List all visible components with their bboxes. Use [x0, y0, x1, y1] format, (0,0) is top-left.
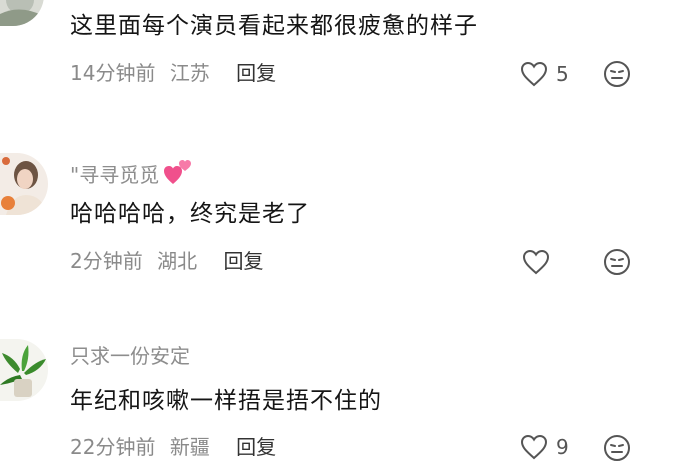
comment-meta: 14分钟前 江苏 回复	[70, 60, 276, 86]
username[interactable]: 只求一份安定	[70, 344, 190, 368]
two-hearts-emoji-icon	[163, 158, 193, 191]
like-button[interactable]	[522, 247, 558, 277]
heart-outline-icon	[520, 61, 548, 87]
smiley-face-icon	[603, 60, 631, 88]
username-text: "寻寻觅觅	[70, 163, 160, 187]
avatar[interactable]	[0, 0, 44, 26]
like-button[interactable]: 5	[520, 59, 569, 89]
username[interactable]: "寻寻觅觅	[70, 158, 193, 191]
react-button[interactable]	[603, 60, 631, 88]
react-button[interactable]	[603, 434, 631, 462]
comment-time: 14分钟前	[70, 61, 156, 85]
comment-time: 2分钟前	[70, 249, 143, 273]
comment-location: 江苏	[169, 61, 210, 85]
smiley-face-icon	[603, 434, 631, 462]
like-count: 9	[556, 435, 569, 459]
comment-meta: 2分钟前 湖北 回复	[70, 248, 263, 274]
heart-outline-icon	[520, 434, 548, 460]
comment-location: 湖北	[157, 249, 198, 273]
reply-button[interactable]: 回复	[236, 435, 276, 459]
avatar[interactable]	[0, 339, 48, 401]
comment-text: 哈哈哈哈，终究是老了	[70, 201, 310, 227]
comment-text: 年纪和咳嗽一样捂是捂不住的	[70, 388, 382, 414]
reply-button[interactable]: 回复	[236, 61, 276, 85]
heart-outline-icon	[522, 249, 550, 275]
comment-text: 这里面每个演员看起来都很疲惫的样子	[70, 13, 478, 39]
avatar[interactable]	[0, 153, 48, 215]
smiley-face-icon	[603, 248, 631, 276]
reply-button[interactable]: 回复	[223, 249, 263, 273]
like-button[interactable]: 9	[520, 432, 569, 462]
comment-location: 新疆	[169, 435, 210, 459]
comment-meta: 22分钟前 新疆 回复	[70, 434, 276, 460]
comment-time: 22分钟前	[70, 435, 156, 459]
react-button[interactable]	[603, 248, 631, 276]
like-count: 5	[556, 62, 569, 86]
